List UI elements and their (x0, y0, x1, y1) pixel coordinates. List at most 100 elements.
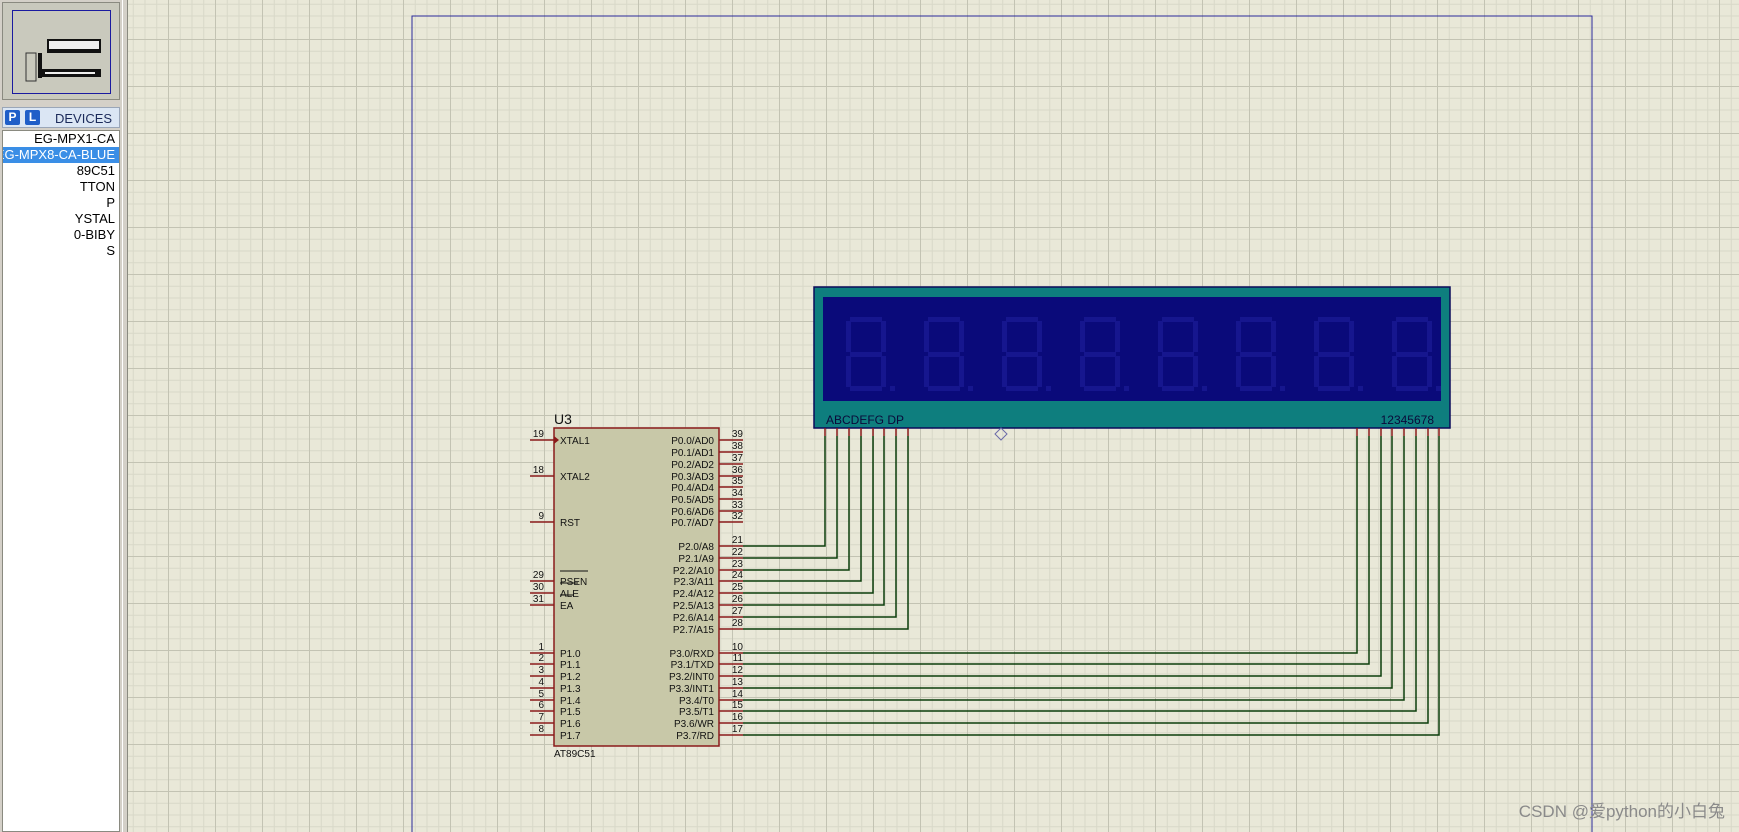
digit-wire (743, 436, 1393, 689)
mcu-pin-number: 37 (732, 453, 744, 464)
mcu-pin-name: P0.7/AD7 (671, 518, 714, 529)
segment-wire (743, 436, 838, 559)
mcu-pin-name: RST (560, 518, 580, 529)
mcu-pin-number: 12 (732, 665, 744, 676)
display-segment (1006, 352, 1038, 357)
display-segment (1427, 321, 1432, 352)
mcu-pin-name: P3.7/RD (676, 731, 714, 742)
digit-wire (743, 436, 1429, 724)
mcu-pin-name: P2.4/A12 (673, 589, 715, 600)
display-segment (1271, 356, 1276, 387)
display-segment (1193, 321, 1198, 352)
mcu-pin-name: P2.1/A9 (678, 554, 714, 565)
mcu-pin-number: 30 (533, 582, 545, 593)
display-segment (1162, 317, 1194, 322)
display-segment (1158, 356, 1163, 387)
mcu-pin-number: 6 (538, 700, 544, 711)
mcu-pin-number: 19 (533, 429, 545, 440)
display-segment-label: ABCDEFG DP (826, 413, 904, 427)
mcu-pin-name: XTAL2 (560, 472, 590, 483)
display-segment (1314, 321, 1319, 352)
mcu-pin-name: P1.6 (560, 719, 581, 730)
mcu-pin-name: P1.4 (560, 696, 581, 707)
display-segment (1349, 356, 1354, 387)
display-segment (1271, 321, 1276, 352)
mcu-pin-number: 25 (732, 582, 744, 593)
mcu-pin-number: 14 (732, 689, 744, 700)
display-segment (850, 386, 882, 391)
display-segment (1158, 321, 1163, 352)
mcu-pin-number: 2 (538, 653, 544, 664)
display-segment (1349, 321, 1354, 352)
display-segment (1193, 356, 1198, 387)
mcu-pin-number: 13 (732, 677, 744, 688)
display-segment (1162, 352, 1194, 357)
digit-wire (743, 436, 1382, 677)
mcu-pin-number: 3 (538, 665, 544, 676)
mcu-pin-name: P0.1/AD1 (671, 448, 714, 459)
display-segment (1236, 356, 1241, 387)
display-origin-marker (994, 427, 1008, 441)
mcu-part-label: AT89C51 (554, 749, 596, 760)
mcu-pin-number: 36 (732, 465, 744, 476)
mcu-pin-number: 34 (732, 488, 744, 499)
display-segment (928, 352, 960, 357)
mcu-pin-name: P0.4/AD4 (671, 483, 714, 494)
display-segment (924, 321, 929, 352)
segment-wire (743, 436, 826, 547)
mcu-pin-number: 10 (732, 642, 744, 653)
digit-wire (743, 436, 1358, 654)
display-segment (846, 356, 851, 387)
mcu-pin-number: 24 (732, 570, 744, 581)
display-segment (1115, 356, 1120, 387)
display-dp-segment (1124, 386, 1129, 391)
mcu-pin-name: XTAL1 (560, 436, 590, 447)
display-segment (881, 356, 886, 387)
mcu-pin-name: P1.2 (560, 672, 581, 683)
mcu-pin-number: 1 (538, 642, 544, 653)
display-segment (1392, 321, 1397, 352)
mcu-pin-name: P1.1 (560, 660, 581, 671)
display-segment (1006, 386, 1038, 391)
display-segment (1314, 356, 1319, 387)
display-segment (1318, 386, 1350, 391)
mcu-pin-number: 17 (732, 724, 744, 735)
mcu-pin-number: 5 (538, 689, 544, 700)
mcu-pin-name: P3.2/INT0 (669, 672, 714, 683)
display-segment (1392, 356, 1397, 387)
mcu-pin-number: 31 (533, 594, 545, 605)
display-segment (1037, 356, 1042, 387)
mcu-pin-number: 32 (732, 511, 744, 522)
display-dp-segment (968, 386, 973, 391)
mcu-pin-number: 7 (538, 712, 544, 723)
display-segment (850, 317, 882, 322)
mcu-pin-name: P2.5/A13 (673, 601, 715, 612)
mcu-pin-number: 33 (732, 500, 744, 511)
display-segment (1115, 321, 1120, 352)
display-segment (850, 352, 882, 357)
mcu-pin-number: 26 (732, 594, 744, 605)
mcu-pin-name: P0.3/AD3 (671, 472, 714, 483)
mcu-pin-number: 11 (733, 653, 744, 664)
display-dp-segment (1436, 386, 1441, 391)
mcu-pin-number: 8 (538, 724, 544, 735)
display-segment (1162, 386, 1194, 391)
mcu-pin-name: P3.3/INT1 (669, 684, 714, 695)
mcu-pin-number: 15 (732, 700, 744, 711)
segment-wire (743, 436, 862, 582)
display-segment (959, 356, 964, 387)
display-dp-segment (1046, 386, 1051, 391)
display-segment (1084, 386, 1116, 391)
mcu-pin-number: 22 (732, 547, 744, 558)
mcu-pin-name: P3.4/T0 (679, 696, 714, 707)
mcu-pin-name: P0.5/AD5 (671, 495, 714, 506)
segment-wire (743, 436, 850, 571)
display-segment (1318, 317, 1350, 322)
mcu-pin-number: 21 (732, 535, 744, 546)
mcu-pin-name: P1.3 (560, 684, 581, 695)
mcu-pin-number: 38 (732, 441, 744, 452)
mcu-pin-number: 4 (538, 677, 544, 688)
display-segment (928, 317, 960, 322)
mcu-pin-number: 29 (533, 570, 545, 581)
mcu-pin-number: 9 (538, 511, 544, 522)
